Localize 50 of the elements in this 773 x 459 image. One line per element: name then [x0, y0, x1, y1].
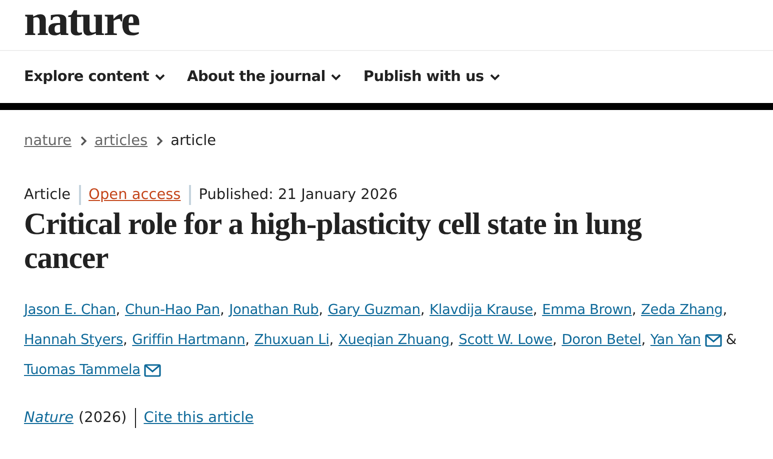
author-link[interactable]: Chun-Hao Pan: [124, 302, 220, 318]
author-link[interactable]: Hannah Styers: [24, 332, 123, 348]
journal-link[interactable]: Nature: [24, 410, 74, 426]
author-link[interactable]: Scott W. Lowe: [458, 332, 553, 348]
cite-link[interactable]: Cite this article: [144, 410, 254, 426]
article-title: Critical role for a high-plasticity cell state in lung cancer: [24, 207, 643, 275]
author-separator: ,: [245, 332, 250, 348]
chevron-down-icon: [155, 74, 166, 80]
author-separator: ,: [722, 302, 727, 318]
author-link[interactable]: Yan Yan: [650, 332, 701, 348]
author-link[interactable]: Xueqian Zhuang: [338, 332, 450, 348]
author-link[interactable]: Tuomas Tammela: [24, 362, 140, 378]
nav-menu-button[interactable]: Publish with us: [363, 69, 500, 85]
author-separator: ,: [449, 332, 454, 348]
author-separator: ,: [329, 332, 334, 348]
author-separator: &: [726, 332, 736, 348]
envelope-icon[interactable]: [144, 364, 162, 376]
open-access-link[interactable]: Open access: [88, 187, 181, 203]
article-type: Article: [24, 187, 71, 203]
author-link[interactable]: Doron Betel: [562, 332, 642, 348]
author-separator: ,: [532, 302, 538, 318]
author-separator: ,: [420, 302, 425, 318]
current-page-label: article: [170, 133, 216, 149]
site-logo[interactable]: nature: [24, 0, 139, 43]
chevron-right-icon: [80, 136, 87, 146]
chevron-right-icon: [156, 136, 163, 146]
breadcrumb-link[interactable]: articles: [94, 133, 148, 149]
nav-menu-button[interactable]: About the journal: [187, 69, 342, 85]
author-separator: ,: [632, 302, 636, 318]
author-link[interactable]: Zhuxuan Li: [254, 332, 330, 348]
envelope-icon[interactable]: [704, 334, 722, 346]
author-link[interactable]: Zeda Zhang: [641, 302, 723, 318]
author-link[interactable]: Jonathan Rub: [229, 302, 319, 318]
breadcrumb-link[interactable]: nature: [24, 133, 72, 149]
author-link[interactable]: Klavdija Krause: [430, 302, 533, 318]
publication-year: (2026): [78, 410, 127, 426]
author-separator: ,: [220, 302, 224, 318]
chevron-down-icon: [490, 74, 500, 80]
chevron-down-icon: [331, 74, 342, 80]
author-link[interactable]: Emma Brown: [542, 302, 632, 318]
author-separator: ,: [116, 302, 120, 318]
author-separator: ,: [318, 302, 323, 318]
author-separator: ,: [641, 332, 646, 348]
author-link[interactable]: Jason E. Chan: [24, 302, 116, 318]
author-link[interactable]: Griffin Hartmann: [132, 332, 246, 348]
author-separator: ,: [552, 332, 557, 348]
nav-menu-button[interactable]: Explore content: [24, 69, 166, 85]
author-link[interactable]: Gary Guzman: [328, 302, 420, 318]
published-date: Published: 21 January 2026: [198, 187, 398, 203]
author-separator: ,: [122, 332, 128, 348]
